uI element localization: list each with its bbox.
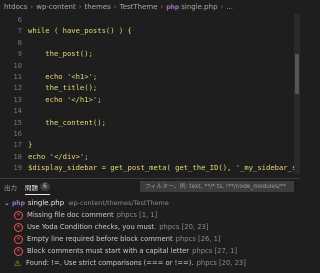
breadcrumb-item-testtheme[interactable]: TestTheme	[120, 3, 158, 11]
code-line[interactable]: 17}	[0, 139, 300, 150]
line-number: 6	[17, 15, 22, 24]
breadcrumb: htdocs › wp-content › themes › TestTheme…	[0, 0, 300, 14]
warning-icon: ⚠	[14, 258, 22, 268]
problem-item[interactable]: ✕ Empty line required before block commen…	[4, 233, 300, 245]
code-editor[interactable]: 6 7 while ( have_posts() ) {8 9 the_post();…	[0, 14, 300, 174]
tab-problems-label: 問題	[25, 183, 38, 192]
problem-message: Found: !=. Use strict comparisons (=== o…	[26, 259, 194, 267]
tab-output-label: 出力	[4, 184, 17, 192]
code-text[interactable]: the_post();	[28, 48, 93, 59]
line-number: 11	[13, 71, 22, 81]
tab-output[interactable]: 出力	[4, 182, 17, 192]
code-line[interactable]: 16	[0, 128, 300, 139]
line-number: 7	[17, 26, 22, 36]
problem-file-path: wp-content/themes/TestTheme	[68, 199, 169, 207]
bottom-panel: 出力 問題 6 フィルター。例: text, **/*.ts, !**/node…	[0, 178, 300, 273]
issues-container: ✕ Missing file doc comment phpcs [1, 1] ✕ Us…	[4, 209, 300, 269]
panel-tabs: 出力 問題 6 フィルター。例: text, **/*.ts, !**/node…	[0, 179, 300, 195]
chevron-right-icon: ›	[160, 3, 164, 11]
code-line[interactable]: 18 echo '</div>';	[0, 151, 300, 162]
code-text[interactable]: if ( $display_sidebar != 'no_display' ) …	[28, 173, 205, 174]
breadcrumb-item-more[interactable]: ...	[226, 3, 233, 11]
code-text[interactable]: echo '<h1>';	[28, 71, 97, 82]
problem-message: Empty line required before block comment	[27, 235, 173, 243]
code-text[interactable]: echo '</h1>';	[28, 94, 101, 105]
line-number: 18	[13, 151, 22, 161]
code-line[interactable]: 11 echo '<h1>';	[0, 71, 300, 82]
line-number: 15	[13, 117, 22, 127]
code-line[interactable]: 20if ( $display_sidebar != 'no_display' …	[0, 173, 300, 174]
code-text[interactable]: while ( have_posts() ) {	[28, 25, 132, 36]
problems-count-badge: 6	[40, 182, 50, 191]
problem-file-name: single.php	[27, 199, 65, 207]
line-number: 13	[13, 94, 22, 104]
scrollbar-thumb[interactable]	[295, 54, 299, 94]
code-text[interactable]: the_title();	[28, 82, 97, 93]
line-number: 12	[13, 83, 22, 93]
line-number: 17	[13, 140, 22, 150]
code-text[interactable]: $display_sidebar = get_post_meta( get_th…	[28, 162, 300, 173]
code-line[interactable]: 14	[0, 105, 300, 116]
code-text[interactable]: }	[28, 139, 32, 150]
code-line[interactable]: 9 the_post();	[0, 48, 300, 59]
error-icon: ✕	[14, 234, 23, 244]
code-line[interactable]: 8	[0, 37, 300, 48]
editor-scrollbar[interactable]	[294, 14, 300, 174]
chevron-right-icon: ›	[30, 3, 34, 11]
problem-source: phpcs [27, 1]	[192, 247, 238, 255]
chevron-right-icon: ›	[113, 3, 117, 11]
problem-item[interactable]: ✕ Missing file doc comment phpcs [1, 1]	[4, 209, 300, 221]
problem-item[interactable]: ✕ Block comments must start with a capita…	[4, 245, 300, 257]
line-number: 14	[13, 106, 22, 116]
php-file-icon: php	[12, 199, 25, 207]
chevron-down-icon[interactable]: ⌄	[4, 199, 12, 207]
php-file-icon: php	[166, 3, 180, 11]
line-number: 16	[13, 128, 22, 138]
problem-message: Use Yoda Condition checks, you must.	[27, 223, 157, 231]
code-text[interactable]: the_content();	[28, 117, 106, 128]
problem-source: phpcs [26, 1]	[175, 235, 221, 243]
code-line[interactable]: 13 echo '</h1>';	[0, 94, 300, 105]
code-line[interactable]: 19 $display_sidebar = get_post_meta( get_…	[0, 162, 300, 173]
line-number: 8	[17, 37, 22, 47]
chevron-right-icon: ›	[220, 3, 224, 11]
chevron-right-icon: ›	[78, 3, 82, 11]
tab-problems[interactable]: 問題 6	[25, 180, 50, 195]
problem-item[interactable]: ⚠ Found: !=. Use strict comparisons (=== …	[4, 257, 300, 269]
line-number: 10	[13, 60, 22, 70]
problem-file-row[interactable]: ⌄ php single.php wp-content/themes/TestT…	[4, 197, 300, 209]
line-number: 9	[17, 49, 22, 59]
error-icon: ✕	[14, 210, 23, 220]
error-icon: ✕	[14, 222, 23, 232]
problems-filter-input[interactable]: フィルター。例: text, **/*.ts, !**/node_modules…	[140, 181, 294, 192]
problem-message: Missing file doc comment	[27, 211, 114, 219]
breadcrumb-item-themes[interactable]: themes	[85, 3, 111, 11]
problem-source: phpcs [20, 23]	[159, 223, 209, 231]
code-line[interactable]: 15 the_content();	[0, 117, 300, 128]
problem-item[interactable]: ✕ Use Yoda Condition checks, you must. php…	[4, 221, 300, 233]
problems-list: ⌄ php single.php wp-content/themes/TestT…	[0, 195, 300, 269]
line-number: 20	[0, 173, 28, 174]
code-line[interactable]: 7 while ( have_posts() ) {	[0, 25, 300, 36]
error-icon: ✕	[14, 246, 23, 256]
code-line[interactable]: 6	[0, 14, 300, 25]
code-line[interactable]: 10	[0, 60, 300, 71]
breadcrumb-item-file[interactable]: single.php	[181, 3, 217, 11]
breadcrumb-item-wp-content[interactable]: wp-content	[36, 3, 76, 11]
problem-source: phpcs [1, 1]	[116, 211, 158, 219]
line-number: 19	[13, 163, 22, 173]
code-line[interactable]: 12 the_title();	[0, 82, 300, 93]
code-text[interactable]: echo '</div>';	[28, 151, 89, 162]
problem-source: phpcs [20, 23]	[196, 259, 246, 267]
problem-message: Block comments must start with a capital…	[27, 247, 190, 255]
breadcrumb-item-htdocs[interactable]: htdocs	[4, 3, 27, 11]
